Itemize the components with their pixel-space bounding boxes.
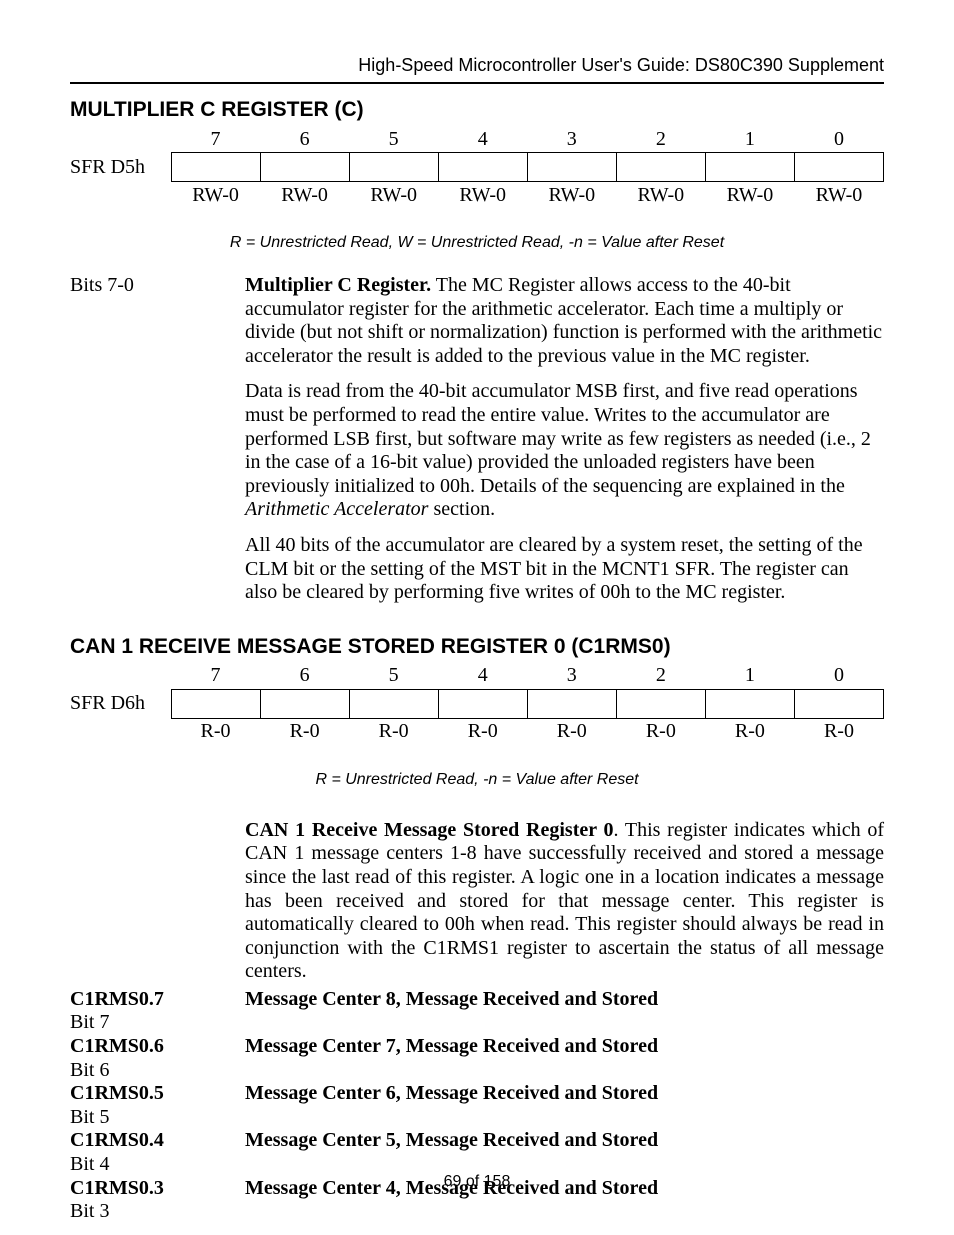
page-number: 69 of 158: [0, 1173, 954, 1191]
bit-num: 5: [349, 126, 438, 153]
bit-cell: [349, 689, 438, 718]
desc-para: Data is read from the 40-bit accumulator…: [245, 380, 884, 522]
bit-cell: [171, 689, 260, 718]
bit-num: 7: [171, 126, 260, 153]
bit-field-label: C1RMS0.6 Bit 6: [70, 1035, 245, 1082]
bit-cell: [527, 689, 616, 718]
bit-access: RW-0: [171, 182, 260, 209]
bit-field-desc: Message Center 5, Message Received and S…: [245, 1129, 884, 1153]
bit-access: R-0: [527, 718, 616, 745]
bit-number-row: 7 6 5 4 3 2 1 0: [70, 126, 884, 153]
bit-num: 6: [260, 663, 349, 690]
bit-field-bitnum: Bit 3: [70, 1200, 109, 1222]
bit-num: 2: [616, 126, 705, 153]
bit-cell: [438, 689, 527, 718]
bit-field-desc: Message Center 7, Message Received and S…: [245, 1035, 884, 1059]
desc-para: Multiplier C Register. The MC Register a…: [245, 274, 884, 368]
bit-access: R-0: [705, 718, 794, 745]
bit-num: 6: [260, 126, 349, 153]
bit-access: RW-0: [616, 182, 705, 209]
bit-num: 5: [349, 663, 438, 690]
bit-num: 3: [527, 663, 616, 690]
bit-field-desc: Message Center 6, Message Received and S…: [245, 1082, 884, 1106]
desc-italic: Arithmetic Accelerator: [245, 498, 428, 520]
sfr-label: SFR D5h: [70, 153, 171, 182]
bit-num: 7: [171, 663, 260, 690]
desc-bold: Multiplier C Register.: [245, 274, 431, 296]
bit-cell: [705, 153, 794, 182]
bit-num: 3: [527, 126, 616, 153]
bit-cell: [616, 689, 705, 718]
register-table-mc: 7 6 5 4 3 2 1 0 SFR D5h: [70, 126, 884, 208]
bit-num: 0: [794, 663, 883, 690]
bit-field-label: C1RMS0.7 Bit 7: [70, 988, 245, 1035]
desc-text: section.: [428, 498, 495, 520]
bit-access: R-0: [349, 718, 438, 745]
bit-access: R-0: [260, 718, 349, 745]
bit-access: RW-0: [705, 182, 794, 209]
bit-num: 1: [705, 663, 794, 690]
bit-access: RW-0: [527, 182, 616, 209]
bit-access-row: RW-0 RW-0 RW-0 RW-0 RW-0 RW-0 RW-0 RW-0: [70, 182, 884, 209]
bit-cell-row: SFR D5h: [70, 153, 884, 182]
bit-num: 4: [438, 663, 527, 690]
bit-num: 2: [616, 663, 705, 690]
bit-cell: [438, 153, 527, 182]
bit-num: 0: [794, 126, 883, 153]
register-legend-mc: R = Unrestricted Read, W = Unrestricted …: [70, 234, 884, 252]
bit-field-name: C1RMS0.7: [70, 988, 164, 1010]
bits-label: Bits 7-0: [70, 274, 245, 617]
bit-field-name: C1RMS0.4: [70, 1129, 164, 1151]
desc-text: Data is read from the 40-bit accumulator…: [245, 380, 871, 496]
description-mc: Bits 7-0 Multiplier C Register. The MC R…: [70, 274, 884, 617]
register-legend-c1rms0: R = Unrestricted Read, -n = Value after …: [70, 771, 884, 789]
bit-cell: [260, 153, 349, 182]
bit-access: R-0: [171, 718, 260, 745]
page-root: High-Speed Microcontroller User's Guide:…: [0, 0, 954, 1235]
bit-number-row: 7 6 5 4 3 2 1 0: [70, 663, 884, 690]
desc-para: All 40 bits of the accumulator are clear…: [245, 534, 884, 605]
bit-field-label: C1RMS0.5 Bit 5: [70, 1082, 245, 1129]
bit-cell: [171, 153, 260, 182]
bit-access: R-0: [438, 718, 527, 745]
bit-cell-row: SFR D6h: [70, 689, 884, 718]
bit-cell: [705, 689, 794, 718]
bit-num: 1: [705, 126, 794, 153]
section-heading-c1rms0: CAN 1 RECEIVE MESSAGE STORED REGISTER 0 …: [70, 635, 884, 659]
register-table-c1rms0: 7 6 5 4 3 2 1 0 SFR D6h: [70, 663, 884, 745]
bit-field-bitnum: Bit 4: [70, 1153, 109, 1175]
desc-para: CAN 1 Receive Message Stored Register 0.…: [245, 819, 884, 984]
desc-text: . This register indicates which of CAN 1…: [245, 819, 884, 983]
bit-cell: [794, 153, 883, 182]
bit-access: RW-0: [794, 182, 883, 209]
sfr-label: SFR D6h: [70, 689, 171, 718]
running-header: High-Speed Microcontroller User's Guide:…: [70, 55, 884, 84]
bit-cell: [616, 153, 705, 182]
bit-access: RW-0: [260, 182, 349, 209]
bit-num: 4: [438, 126, 527, 153]
bit-access: R-0: [616, 718, 705, 745]
bit-field-desc: Message Center 8, Message Received and S…: [245, 988, 884, 1012]
bit-field-label: C1RMS0.4 Bit 4: [70, 1129, 245, 1176]
desc-bold: CAN 1 Receive Message Stored Register 0: [245, 819, 614, 841]
bit-access: R-0: [794, 718, 883, 745]
bit-field-name: C1RMS0.6: [70, 1035, 164, 1057]
bit-field-bitnum: Bit 7: [70, 1011, 109, 1033]
bit-field-bitnum: Bit 5: [70, 1106, 109, 1128]
bit-access-row: R-0 R-0 R-0 R-0 R-0 R-0 R-0 R-0: [70, 718, 884, 745]
section-heading-mc: MULTIPLIER C REGISTER (C): [70, 98, 884, 122]
bit-cell: [349, 153, 438, 182]
bit-field-name: C1RMS0.5: [70, 1082, 164, 1104]
bit-cell: [794, 689, 883, 718]
description-c1rms0: CAN 1 Receive Message Stored Register 0.…: [70, 819, 884, 1224]
bit-access: RW-0: [349, 182, 438, 209]
bit-cell: [527, 153, 616, 182]
bit-cell: [260, 689, 349, 718]
bit-field-bitnum: Bit 6: [70, 1059, 109, 1081]
bit-access: RW-0: [438, 182, 527, 209]
